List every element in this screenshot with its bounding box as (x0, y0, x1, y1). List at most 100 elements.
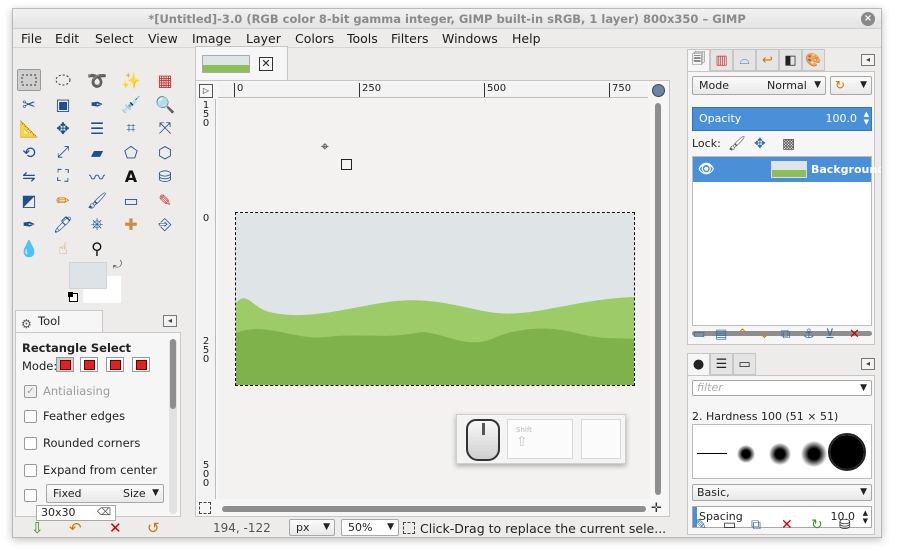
tab-patterns[interactable]: ☰ (710, 353, 733, 375)
gradient-tool-icon[interactable]: ◩ (17, 189, 41, 211)
foreground-select-tool-icon[interactable]: ▣ (51, 93, 75, 115)
expand-from-center-option[interactable]: Expand from center (24, 463, 157, 477)
align-tool-icon[interactable]: ☰ (85, 117, 109, 139)
heal-tool-icon[interactable]: ✚ (119, 213, 143, 235)
duplicate-layer-icon[interactable]: ⧉ (781, 327, 790, 342)
antialiasing-option[interactable]: ✓ Antialiasing (24, 384, 110, 398)
mode-add-icon[interactable] (80, 357, 98, 372)
tab-tool-options[interactable]: ⚙ Tool Options (15, 310, 103, 349)
feather-edges-option[interactable]: Feather edges (24, 409, 125, 423)
free-select-tool-icon[interactable]: ➰ (85, 69, 109, 91)
mode-subtract-icon[interactable] (106, 357, 124, 372)
save-options-icon[interactable]: ⇩ (31, 519, 44, 537)
bucket-fill-tool-icon[interactable]: ⛁ (153, 165, 177, 187)
horizontal-scrollbar[interactable] (218, 503, 648, 515)
eye-icon[interactable]: 👁 (698, 157, 715, 182)
brush-filter-input[interactable]: filter ▼ (692, 380, 872, 396)
vertical-scrollbar[interactable] (652, 103, 664, 499)
layer-mode-select[interactable]: Mode Normal ▼ (692, 76, 826, 95)
brush-item[interactable] (801, 441, 827, 467)
swap-colors-icon[interactable]: ⤾ (113, 258, 122, 272)
zoom-fit-icon[interactable] (199, 502, 211, 514)
rotate-tool-icon[interactable]: ⟲ (17, 141, 41, 163)
dock-menu-icon[interactable]: ◂ (163, 315, 177, 327)
horizontal-ruler[interactable]: 0 250 500 750 (218, 83, 648, 98)
opacity-slider[interactable]: Opacity 100.0 ▲ ▼ (692, 107, 872, 131)
fuzzy-select-tool-icon[interactable]: ✨ (119, 69, 143, 91)
spin-arrows-icon[interactable]: ▲ ▼ (864, 110, 869, 126)
flip-tool-icon[interactable]: ⇋ (17, 165, 41, 187)
fixed-checkbox[interactable] (24, 489, 37, 502)
menu-image[interactable]: Image (192, 31, 231, 46)
raise-layer-icon[interactable]: ⌃ (737, 327, 748, 342)
brush-grid[interactable] (692, 424, 872, 479)
paintbrush-tool-icon[interactable]: 🖌 (85, 189, 109, 211)
image-tab[interactable]: ✕ (195, 46, 288, 80)
tab-paths[interactable]: ⌓ (733, 49, 756, 71)
measure-tool-icon[interactable]: 📐 (17, 117, 41, 139)
menu-arrow-icon[interactable]: ▷ (199, 84, 213, 98)
brush-item-selected[interactable] (828, 433, 866, 471)
lock-alpha-icon[interactable]: ▩ (782, 136, 795, 152)
mode-intersect-icon[interactable] (132, 357, 150, 372)
scissors-tool-icon[interactable]: ✂ (17, 93, 41, 115)
paths-tool-icon[interactable]: ✒ (85, 93, 109, 115)
delete-brush-icon[interactable]: ✕ (781, 517, 793, 533)
brush-preset-select[interactable]: Basic, ▼ (692, 484, 872, 501)
brush-item[interactable] (697, 453, 727, 454)
menu-select[interactable]: Select (95, 31, 134, 46)
window-close-button[interactable]: × (861, 12, 875, 26)
tab-gradients[interactable]: ▭ (733, 353, 756, 375)
dock-menu-icon[interactable]: ◂ (861, 54, 875, 66)
select-by-color-tool-icon[interactable]: ▦ (153, 69, 177, 91)
crop-tool-icon[interactable]: ⌗ (119, 117, 143, 139)
composite-mode-select[interactable]: ↻ ▼ (830, 76, 872, 95)
menu-file[interactable]: File (21, 31, 42, 46)
clone-tool-icon[interactable]: ⎈ (85, 213, 109, 235)
tab-palettes[interactable]: 🎨 (802, 49, 825, 71)
open-brush-as-image-icon[interactable]: ⛁ (839, 517, 851, 533)
brush-item[interactable] (769, 443, 791, 465)
move-tool-icon[interactable]: ✥ (51, 117, 75, 139)
tab-channels[interactable]: ▥ (710, 49, 733, 71)
text-tool-icon[interactable]: A (119, 165, 143, 187)
blur-sharpen-tool-icon[interactable]: 💧 (17, 237, 41, 259)
smudge-tool-icon[interactable]: ☝ (51, 237, 75, 259)
brush-item[interactable] (737, 445, 755, 463)
tab-brushes[interactable]: ● (687, 353, 710, 375)
merge-layer-icon[interactable]: ⊻ (825, 327, 835, 342)
edit-brush-icon[interactable]: ✎ (695, 517, 707, 533)
perspective-clone-tool-icon[interactable]: ⎆ (153, 213, 177, 235)
vertical-ruler[interactable]: 1 5 0 0 2 5 0 5 0 0 (198, 99, 216, 499)
warp-transform-tool-icon[interactable]: 〰 (85, 165, 109, 187)
restore-options-icon[interactable]: ↶ (69, 519, 82, 537)
zoom-tool-icon[interactable]: 🔍 (153, 93, 177, 115)
menu-layer[interactable]: Layer (246, 31, 281, 46)
reset-colors-icon[interactable] (68, 292, 78, 302)
layer-row[interactable]: 👁 Background (693, 157, 881, 182)
anchor-layer-icon[interactable]: ⚓ (803, 327, 815, 342)
menu-tools[interactable]: Tools (347, 31, 378, 46)
new-layer-icon[interactable]: ▭ (693, 327, 705, 342)
eraser-tool-icon[interactable]: ▭ (119, 189, 143, 211)
reset-options-icon[interactable]: ↺ (147, 519, 160, 537)
delete-options-icon[interactable]: ✕ (109, 519, 122, 537)
menu-help[interactable]: Help (512, 31, 541, 46)
ellipse-select-tool-icon[interactable] (51, 69, 75, 91)
lock-pixels-icon[interactable]: 🖌 (728, 136, 746, 152)
dock-menu-icon[interactable]: ◂ (861, 358, 875, 370)
feather-edges-checkbox[interactable] (24, 410, 37, 423)
perspective-tool-icon[interactable]: ⬠ (119, 141, 143, 163)
antialiasing-checkbox[interactable]: ✓ (24, 385, 37, 398)
tab-layers[interactable]: 🗐 (687, 49, 710, 71)
menu-windows[interactable]: Windows (442, 31, 498, 46)
airbrush-tool-icon[interactable]: ✎ (153, 189, 177, 211)
fixed-checkbox-wrap[interactable] (24, 488, 43, 502)
close-image-tab-icon[interactable]: ✕ (259, 57, 273, 71)
menu-view[interactable]: View (148, 31, 178, 46)
mypaint-brush-tool-icon[interactable]: 🖊 (51, 213, 75, 235)
unified-transform-tool-icon[interactable]: ⤧ (153, 117, 177, 139)
lock-position-icon[interactable]: ✥ (754, 136, 766, 152)
menu-filters[interactable]: Filters (391, 31, 428, 46)
new-brush-icon[interactable]: ▭ (723, 517, 736, 533)
